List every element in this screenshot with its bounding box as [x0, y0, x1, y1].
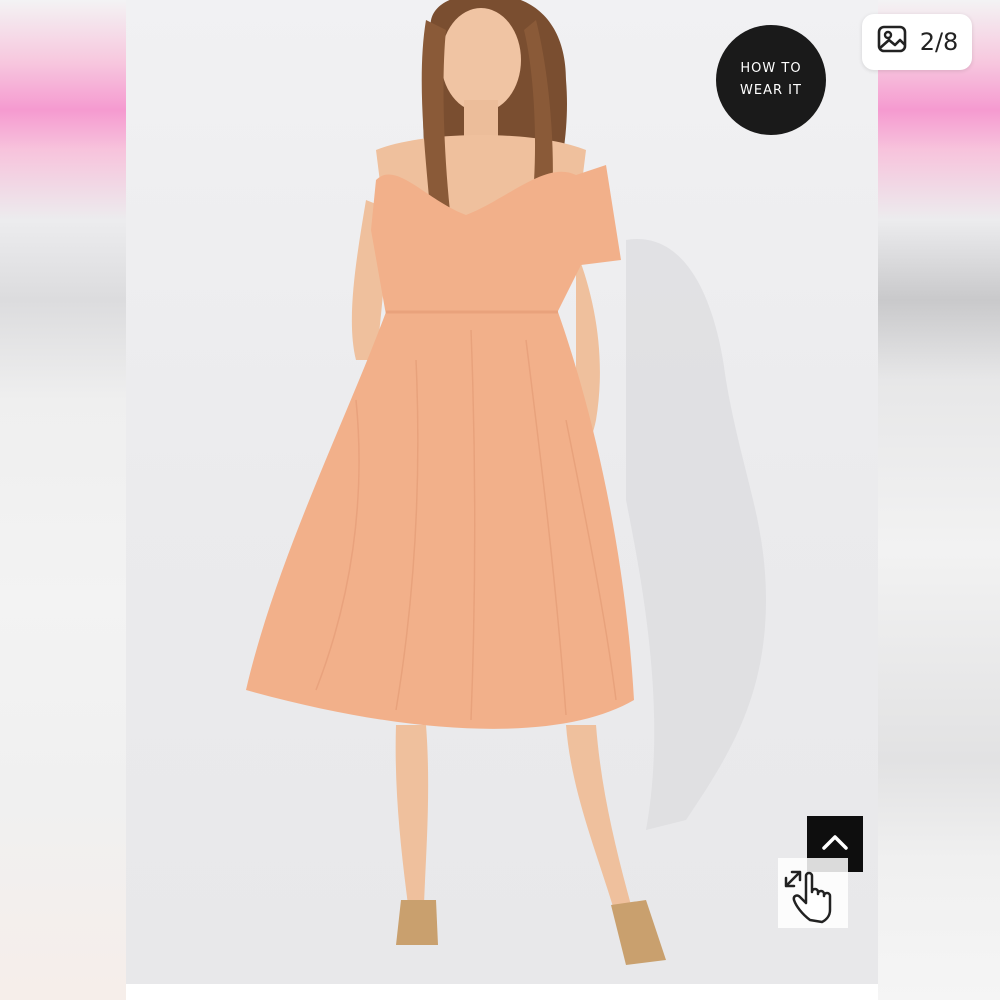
image-counter-label: 2/8: [919, 28, 959, 56]
model-illustration: [246, 0, 766, 965]
badge-line-2: WEAR IT: [740, 83, 802, 98]
product-photo[interactable]: [126, 0, 878, 984]
image-counter: 2/8: [862, 14, 972, 70]
how-to-wear-it-badge[interactable]: HOW TO WEAR IT: [716, 25, 826, 135]
blurred-background-left: [0, 0, 126, 1000]
expand-hand-icon: [778, 870, 848, 932]
badge-line-1: HOW TO: [740, 61, 802, 76]
blurred-background-right: [878, 0, 1000, 1000]
image-icon: [876, 23, 910, 62]
chevron-up-icon: [820, 831, 850, 858]
zoom-image-button[interactable]: [778, 858, 848, 928]
